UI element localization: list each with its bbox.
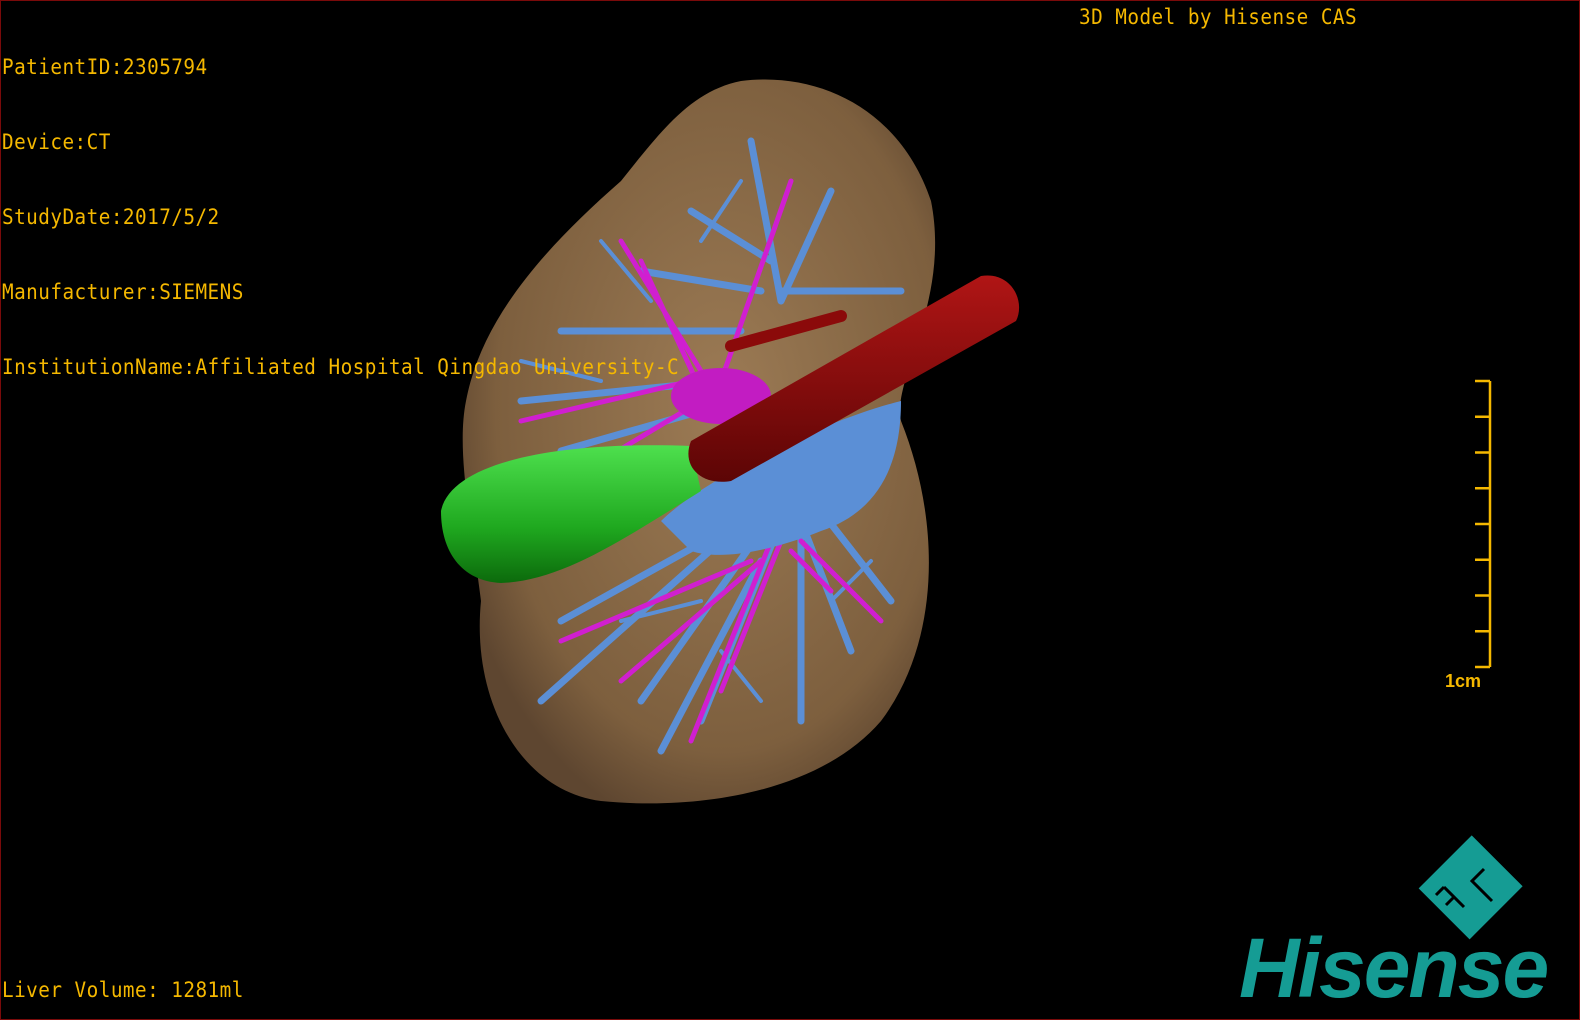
manufacturer: Manufacturer:SIEMENS	[2, 280, 244, 304]
scale-bar	[1475, 379, 1492, 669]
hisense-logo: Hisense	[1239, 921, 1549, 1015]
institution-name: InstitutionName:Affiliated Hospital Qing…	[2, 355, 680, 379]
device: Device:CT	[2, 130, 111, 154]
liver-volume: Liver Volume: 1281ml	[2, 978, 244, 1002]
scale-bar-label: 1cm	[1445, 671, 1482, 691]
brand-caption: 3D Model by Hisense CAS	[1079, 5, 1358, 29]
study-date: StudyDate:2017/5/2	[2, 205, 220, 229]
dicom-info: PatientID:2305794 Device:CT StudyDate:20…	[2, 5, 679, 430]
3d-viewport[interactable]: PatientID:2305794 Device:CT StudyDate:20…	[0, 0, 1580, 1020]
patient-id: PatientID:2305794	[2, 55, 208, 79]
